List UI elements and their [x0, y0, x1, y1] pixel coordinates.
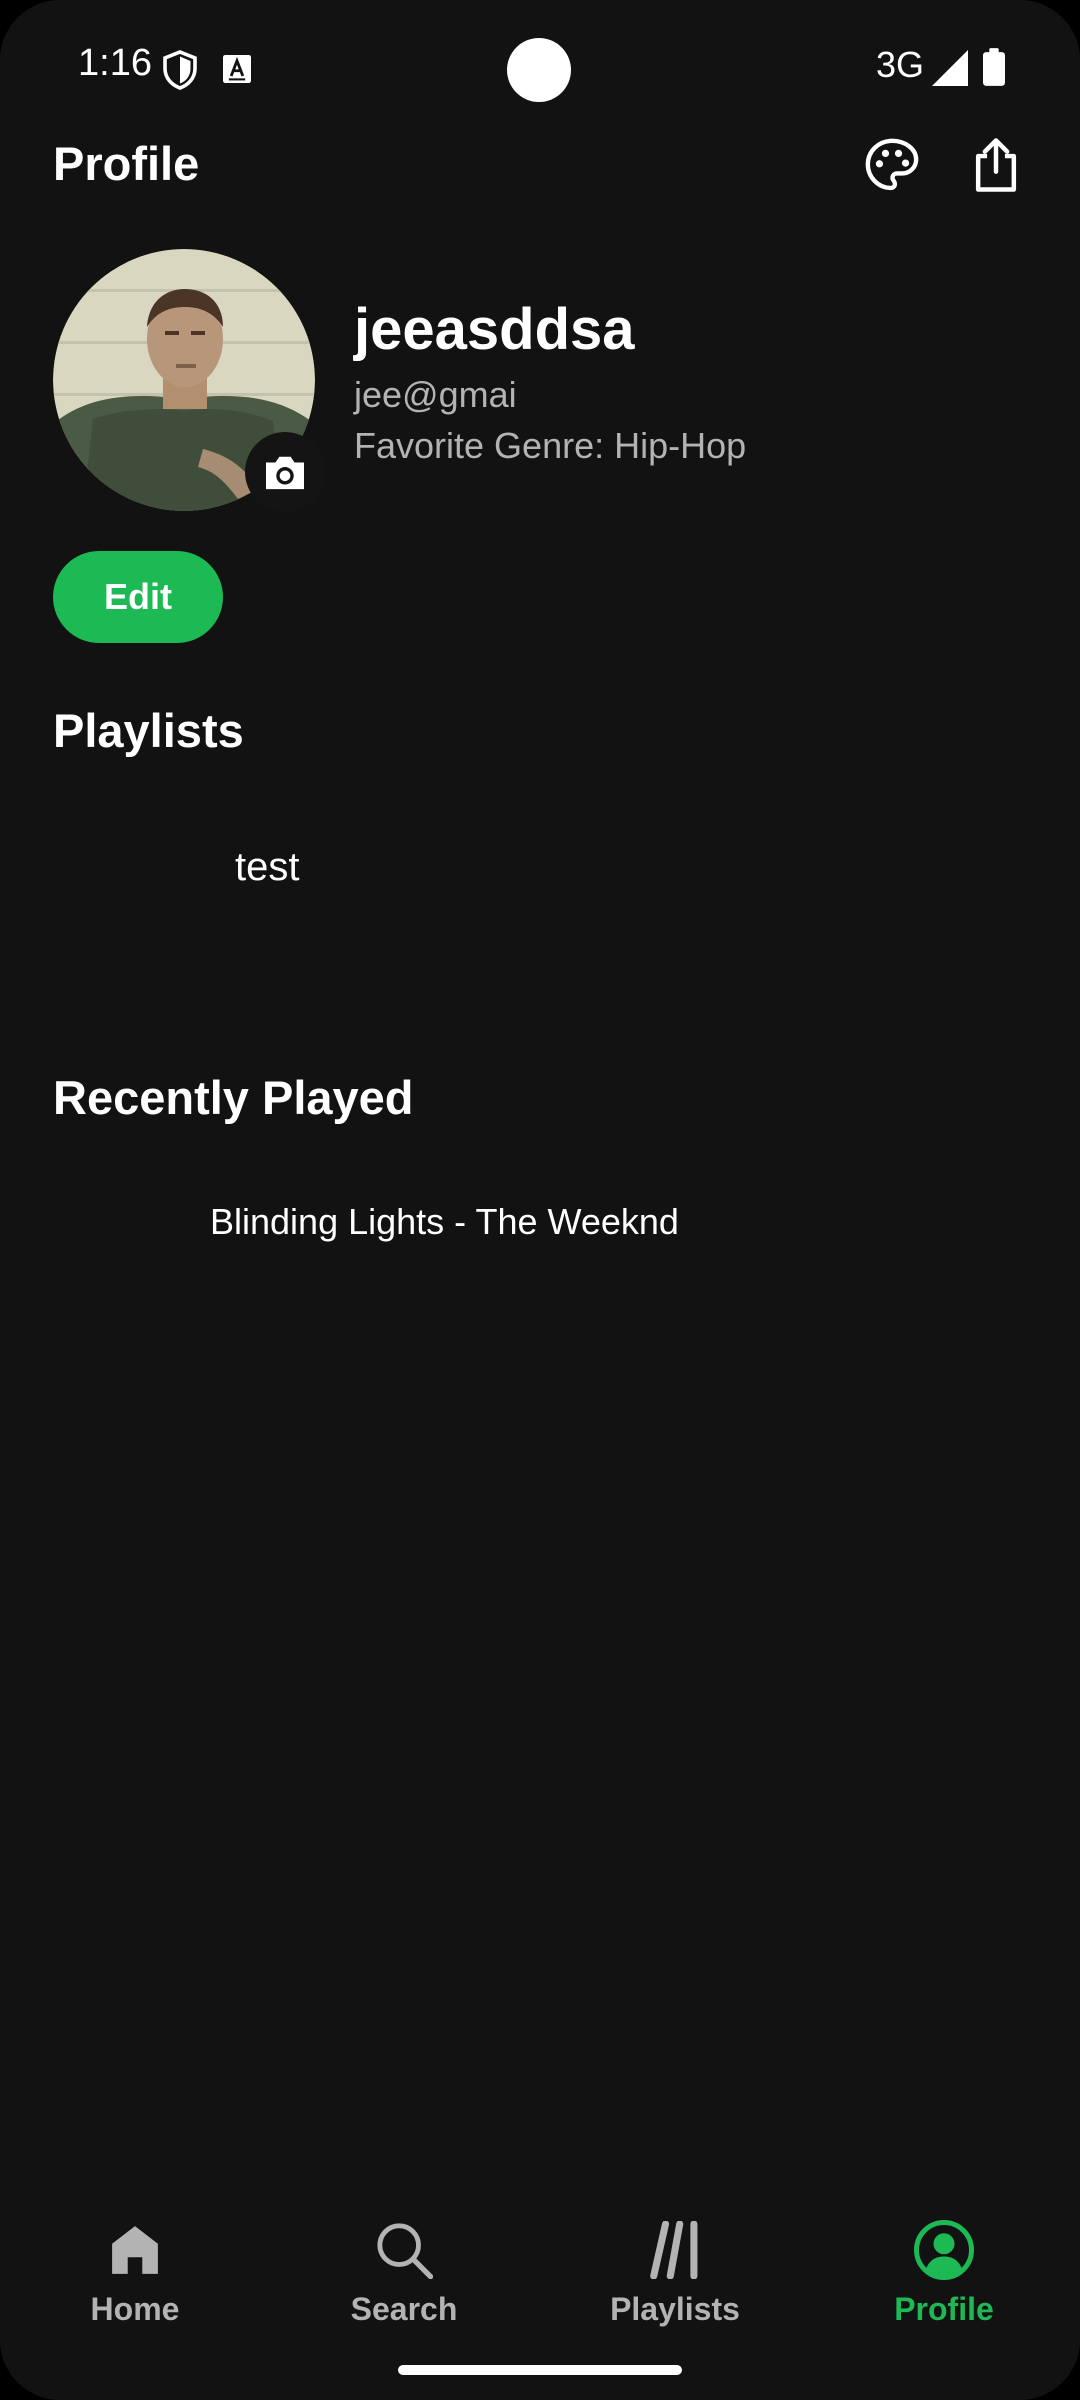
front-camera-cutout [507, 38, 571, 102]
theme-button[interactable] [857, 130, 927, 200]
status-time: 1:16 [78, 42, 152, 84]
playlist-item[interactable]: test [235, 845, 299, 890]
nav-home-label: Home [90, 2291, 180, 2327]
status-bar: 1:16 3G [0, 0, 1080, 136]
battery-icon [983, 48, 1005, 86]
palette-icon [865, 138, 919, 191]
nav-profile[interactable]: Profile [844, 2195, 1044, 2345]
user-name: jeeasddsa [354, 297, 635, 362]
favorite-genre-label: Favorite Genre: [354, 425, 615, 466]
share-button[interactable] [961, 130, 1031, 200]
avatar-container [53, 249, 325, 512]
profile-icon [914, 2220, 974, 2280]
edit-profile-button[interactable]: Edit [53, 551, 223, 643]
signal-icon [932, 50, 968, 86]
text-input-icon [223, 55, 251, 83]
recently-played-heading: Recently Played [53, 1071, 414, 1124]
nav-playlists-label: Playlists [610, 2291, 740, 2327]
change-photo-button[interactable] [245, 432, 325, 512]
nav-profile-label: Profile [894, 2291, 994, 2327]
profile-screen: 1:16 3G Profile jeeasddsa jee@gmai Favor… [0, 0, 1080, 2400]
home-icon [112, 2226, 158, 2274]
search-icon [377, 2223, 433, 2279]
shield-icon [163, 50, 197, 90]
nav-playlists[interactable]: Playlists [575, 2195, 775, 2345]
favorite-genre: Favorite Genre: Hip-Hop [354, 425, 746, 467]
library-icon [650, 2221, 698, 2279]
recent-track-item[interactable]: Blinding Lights - The Weeknd [210, 1201, 679, 1243]
user-email: jee@gmai [354, 374, 517, 415]
bottom-navigation: Home Search Playlists Profile [0, 2195, 1080, 2345]
camera-icon [266, 456, 304, 490]
nav-search[interactable]: Search [304, 2195, 504, 2345]
page-title: Profile [53, 137, 200, 190]
playlists-heading: Playlists [53, 704, 244, 757]
share-icon [975, 138, 1017, 192]
gesture-home-indicator[interactable] [398, 2365, 682, 2375]
nav-home[interactable]: Home [35, 2195, 235, 2345]
favorite-genre-value: Hip-Hop [614, 425, 747, 466]
network-type: 3G [876, 44, 925, 85]
nav-search-label: Search [350, 2291, 458, 2327]
